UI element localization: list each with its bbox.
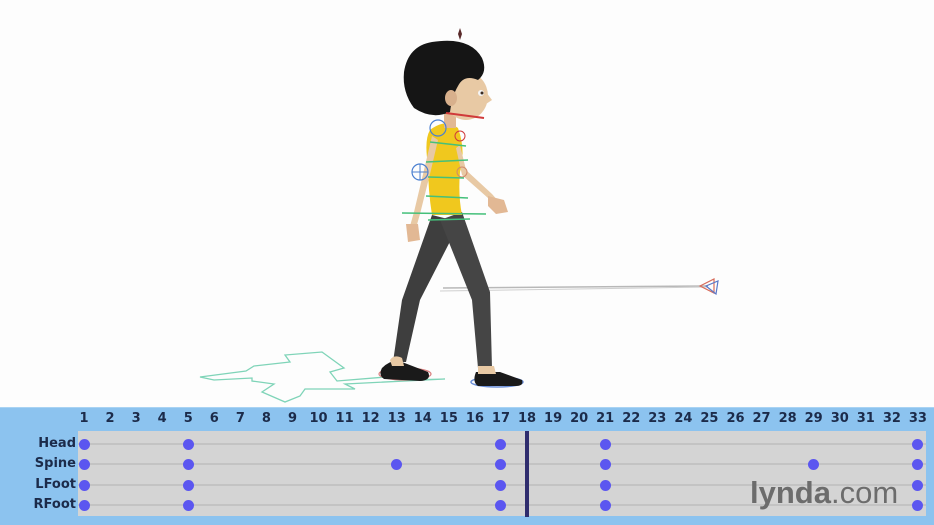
keyframe-head-5[interactable] bbox=[182, 438, 194, 450]
frame-number[interactable]: 16 bbox=[462, 411, 488, 426]
3d-viewport[interactable] bbox=[0, 0, 934, 407]
track-label: Spine bbox=[34, 456, 76, 471]
keyframe-spine-17[interactable] bbox=[495, 458, 507, 470]
frame-number[interactable]: 18 bbox=[514, 411, 540, 426]
frame-number[interactable]: 32 bbox=[879, 411, 905, 426]
frame-number[interactable]: 19 bbox=[540, 411, 566, 426]
frame-number[interactable]: 30 bbox=[827, 411, 853, 426]
playhead[interactable] bbox=[525, 431, 530, 517]
front-shoe bbox=[474, 372, 523, 386]
keyframe-rfoot-5[interactable] bbox=[182, 499, 194, 511]
keyframe-rfoot-33[interactable] bbox=[912, 499, 924, 511]
keyframe-head-1[interactable] bbox=[78, 438, 90, 450]
keyframe-spine-1[interactable] bbox=[78, 458, 90, 470]
frame-number[interactable]: 25 bbox=[696, 411, 722, 426]
frame-number[interactable]: 2 bbox=[97, 411, 123, 426]
frame-number[interactable]: 11 bbox=[332, 411, 358, 426]
keyframe-lfoot-17[interactable] bbox=[495, 479, 507, 491]
watermark-brand: lynda bbox=[750, 475, 831, 510]
frame-number[interactable]: 28 bbox=[775, 411, 801, 426]
character-scene bbox=[199, 28, 719, 403]
keyframe-spine-5[interactable] bbox=[182, 458, 194, 470]
keyframe-rfoot-17[interactable] bbox=[495, 499, 507, 511]
lynda-watermark: lynda.com bbox=[750, 475, 898, 511]
frame-number[interactable]: 7 bbox=[227, 411, 253, 426]
frame-number[interactable]: 21 bbox=[592, 411, 618, 426]
frame-number[interactable]: 26 bbox=[723, 411, 749, 426]
keyframe-lfoot-21[interactable] bbox=[599, 479, 611, 491]
keyframe-spine-21[interactable] bbox=[599, 458, 611, 470]
watermark-suffix: .com bbox=[830, 475, 899, 510]
head-control-marker[interactable] bbox=[458, 28, 462, 40]
frame-number[interactable]: 6 bbox=[201, 411, 227, 426]
frame-number[interactable]: 4 bbox=[149, 411, 175, 426]
frame-number[interactable]: 14 bbox=[410, 411, 436, 426]
track-label: LFoot bbox=[35, 477, 76, 492]
frame-number[interactable]: 29 bbox=[801, 411, 827, 426]
frame-number[interactable]: 22 bbox=[618, 411, 644, 426]
keyframe-lfoot-1[interactable] bbox=[78, 479, 90, 491]
keyframe-head-21[interactable] bbox=[599, 438, 611, 450]
keyframe-head-17[interactable] bbox=[495, 438, 507, 450]
keyframe-lfoot-5[interactable] bbox=[182, 479, 194, 491]
frame-number[interactable]: 15 bbox=[436, 411, 462, 426]
front-leg bbox=[440, 212, 492, 368]
back-shoe bbox=[380, 360, 429, 381]
frame-number[interactable]: 1 bbox=[71, 411, 97, 426]
frame-number[interactable]: 12 bbox=[358, 411, 384, 426]
keyframe-rfoot-1[interactable] bbox=[78, 499, 90, 511]
keyframe-spine-33[interactable] bbox=[912, 458, 924, 470]
track-label: Head bbox=[38, 436, 76, 451]
frame-number[interactable]: 17 bbox=[488, 411, 514, 426]
frame-number[interactable]: 3 bbox=[123, 411, 149, 426]
frame-number[interactable]: 13 bbox=[384, 411, 410, 426]
frame-number[interactable]: 23 bbox=[644, 411, 670, 426]
frame-number[interactable]: 9 bbox=[279, 411, 305, 426]
keyframe-spine-13[interactable] bbox=[391, 458, 403, 470]
track-label: RFoot bbox=[33, 497, 76, 512]
frame-number[interactable]: 8 bbox=[253, 411, 279, 426]
keyframe-spine-29[interactable] bbox=[808, 458, 820, 470]
frame-number[interactable]: 20 bbox=[566, 411, 592, 426]
frame-number[interactable]: 27 bbox=[749, 411, 775, 426]
keyframe-rfoot-21[interactable] bbox=[599, 499, 611, 511]
keyframe-lfoot-33[interactable] bbox=[912, 479, 924, 491]
frame-number[interactable]: 33 bbox=[905, 411, 931, 426]
frame-number[interactable]: 24 bbox=[670, 411, 696, 426]
frame-number[interactable]: 31 bbox=[853, 411, 879, 426]
keyframe-head-33[interactable] bbox=[912, 438, 924, 450]
frame-number[interactable]: 10 bbox=[306, 411, 332, 426]
frame-number[interactable]: 5 bbox=[175, 411, 201, 426]
timeline-panel[interactable]: 1 2 3 4 5 6 7 8 9 10 11 12 13 14 15 16 17 18 19 20 21 22 23 24 2… bbox=[0, 407, 934, 525]
